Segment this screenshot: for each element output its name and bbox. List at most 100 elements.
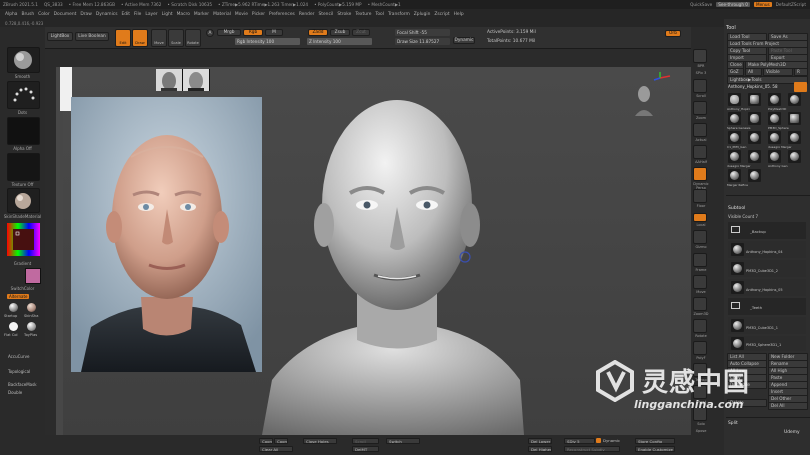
accucurve-toggle[interactable]: AccuCurve — [8, 354, 29, 359]
menu-item-transform[interactable]: Transform — [388, 12, 410, 17]
menu-item-document[interactable]: Document — [54, 12, 77, 17]
default-script-button[interactable]: DefaultZScript — [776, 2, 806, 7]
tool-thumb-8[interactable] — [788, 112, 801, 125]
tool-thumb-6[interactable] — [748, 112, 761, 125]
polyf-button[interactable] — [693, 341, 707, 355]
zoom-button[interactable] — [693, 101, 707, 115]
subtool-row[interactable]: Anthony_Hopkins_04 — [728, 241, 806, 258]
draw-size-slider[interactable]: Draw Size 11.87527 — [395, 38, 450, 45]
live-boolean-button[interactable]: Live Boolean — [75, 32, 109, 41]
alternate-button[interactable]: Alternate — [7, 294, 30, 299]
brush-selector[interactable] — [7, 47, 40, 73]
material-selector[interactable] — [7, 188, 40, 213]
rotate-view-button[interactable] — [693, 319, 707, 333]
subtool-row[interactable]: PM3D_Cube3D1_1 — [728, 317, 806, 334]
menu-item-zplugin[interactable]: Zplugin — [414, 12, 431, 17]
switch-color-label[interactable]: SwitchColor — [0, 286, 45, 291]
menu-item-render[interactable]: Render — [299, 12, 315, 17]
menu-item-file[interactable]: File — [134, 12, 141, 17]
coord-button[interactable]: Coord — [259, 438, 273, 444]
store-config-button[interactable]: Store Config — [635, 438, 675, 444]
tool-thumb-3[interactable] — [768, 93, 781, 106]
coordz-button[interactable]: CoordZ — [274, 438, 288, 444]
tool-thumb-7[interactable] — [768, 112, 781, 125]
tool-panel-title[interactable]: Tool — [726, 25, 736, 31]
zcut-button[interactable]: Zcut — [352, 29, 370, 36]
r-button[interactable]: R — [794, 68, 808, 76]
rgb-intensity-slider[interactable]: Rgb Intensity 100 — [235, 38, 300, 45]
bpr-button[interactable] — [693, 49, 707, 63]
flat-color-material-icon[interactable] — [9, 322, 18, 331]
tool-thumb-4[interactable] — [788, 93, 801, 106]
tool-thumb-13[interactable] — [728, 150, 741, 163]
menu-item-movie[interactable]: Movie — [235, 12, 248, 17]
backface-mask-toggle[interactable]: BackfaceMask — [8, 382, 37, 387]
skinshade-material-icon[interactable] — [27, 303, 36, 312]
subtool-row[interactable]: Anthony_Hopkins_05 — [728, 279, 806, 296]
reconstruct-subdiv-button[interactable]: Reconstruct Subdiv — [564, 446, 620, 452]
double-toggle[interactable]: Double — [8, 390, 22, 395]
alpha-selector[interactable] — [7, 117, 40, 145]
tool-thumb-9[interactable] — [728, 131, 741, 144]
dynamic-toggle[interactable]: Dynamic — [596, 438, 622, 444]
see-through-slider[interactable]: See-through 0 — [716, 2, 750, 7]
subtool-row-backup[interactable]: _Backup — [728, 222, 806, 239]
tool-thumb-1[interactable] — [728, 93, 741, 106]
tool-thumb-10[interactable] — [748, 131, 761, 144]
del-lower-button[interactable]: Del Lower — [528, 438, 552, 444]
spix-label[interactable]: SPix 3 — [691, 71, 711, 75]
actual-button[interactable] — [693, 123, 707, 137]
tool-slider-marker[interactable] — [794, 82, 807, 92]
tool-thumb-18[interactable] — [748, 169, 761, 182]
floor-button[interactable] — [693, 189, 707, 203]
tool-thumb-12[interactable] — [788, 131, 801, 144]
zsub-button[interactable]: Zsub — [330, 29, 350, 36]
tool-thumb-16[interactable] — [788, 150, 801, 163]
menu-item-dynamics[interactable]: Dynamics — [96, 12, 118, 17]
local-button[interactable] — [693, 213, 707, 222]
delmt-button[interactable]: DelMT — [352, 446, 379, 452]
aahalf-button[interactable] — [693, 145, 707, 159]
all-button[interactable]: All — [745, 68, 762, 76]
tool-thumb-2[interactable] — [748, 93, 761, 106]
edit-button[interactable]: Edit — [115, 29, 131, 47]
scroll-left-button[interactable]: Scroll — [352, 438, 379, 444]
orb-button[interactable]: Orb — [665, 30, 681, 37]
menu-item-material[interactable]: Material — [213, 12, 231, 17]
gizmo-button[interactable] — [693, 230, 707, 244]
menu-item-preferences[interactable]: Preferences — [269, 12, 295, 17]
sculpt-model[interactable] — [262, 95, 532, 435]
menu-item-layer[interactable]: Layer — [145, 12, 157, 17]
reference-thumbnails[interactable] — [156, 69, 210, 91]
tool-thumb-15[interactable] — [768, 150, 781, 163]
toy-plastic-material-icon[interactable] — [27, 322, 36, 331]
menu-item-light[interactable]: Light — [162, 12, 173, 17]
rgb-button[interactable]: Rgb — [243, 29, 263, 36]
startup-material-icon[interactable] — [9, 303, 18, 312]
scale-button[interactable]: Scale — [168, 29, 184, 47]
z-intensity-slider[interactable]: Z Intensity 100 — [307, 38, 372, 45]
switch-button[interactable]: Switch — [386, 438, 420, 444]
menu-item-marker[interactable]: Marker — [194, 12, 209, 17]
menu-item-help[interactable]: Help — [454, 12, 464, 17]
move-view-button[interactable] — [693, 275, 707, 289]
m-button[interactable]: M — [265, 29, 283, 36]
tool-thumb-5[interactable] — [728, 112, 741, 125]
topological-toggle[interactable]: Topological — [8, 369, 30, 374]
close-holes-button[interactable]: Close Holes — [303, 438, 337, 444]
focal-shift-slider[interactable]: Focal Shift -55 — [395, 29, 450, 36]
subtool-row[interactable]: PM3D_Sphere3D1_1 — [728, 336, 806, 351]
menu-item-macro[interactable]: Macro — [177, 12, 190, 17]
menu-item-draw[interactable]: Draw — [80, 12, 91, 17]
enable-customize-button[interactable]: Enable Customize — [635, 446, 675, 452]
main-color-swatch[interactable] — [25, 268, 41, 284]
menus-button[interactable]: Menus — [753, 2, 772, 7]
tool-thumb-14[interactable] — [748, 150, 761, 163]
subtool-row-teeth[interactable]: _Teeth — [728, 298, 806, 315]
subtool-row[interactable]: PM3D_Cube3D1_2 — [728, 260, 806, 277]
split-header[interactable]: Split — [728, 421, 738, 426]
zadd-button[interactable]: Zadd — [308, 29, 328, 36]
menu-item-stencil[interactable]: Stencil — [318, 12, 333, 17]
tool-thumb-17[interactable] — [728, 169, 741, 182]
color-picker[interactable] — [7, 223, 40, 256]
